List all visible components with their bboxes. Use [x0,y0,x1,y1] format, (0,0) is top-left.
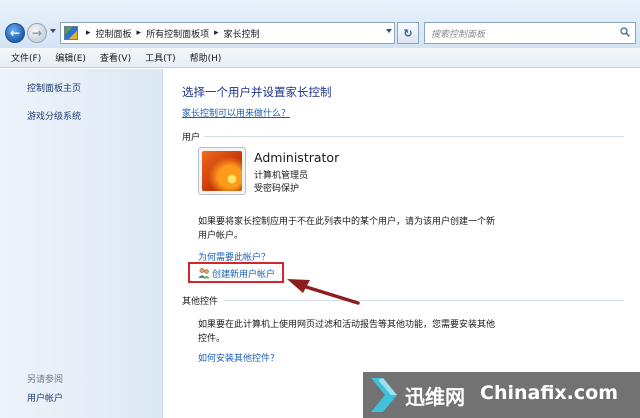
watermark-text-en: Chinafix.com [480,382,619,404]
watermark: 迅维网 Chinafix.com [363,372,640,418]
watermark-text-cn: 迅维网 [405,385,465,409]
watermark-logo-icon [371,378,397,412]
annotation-arrow [287,279,360,305]
